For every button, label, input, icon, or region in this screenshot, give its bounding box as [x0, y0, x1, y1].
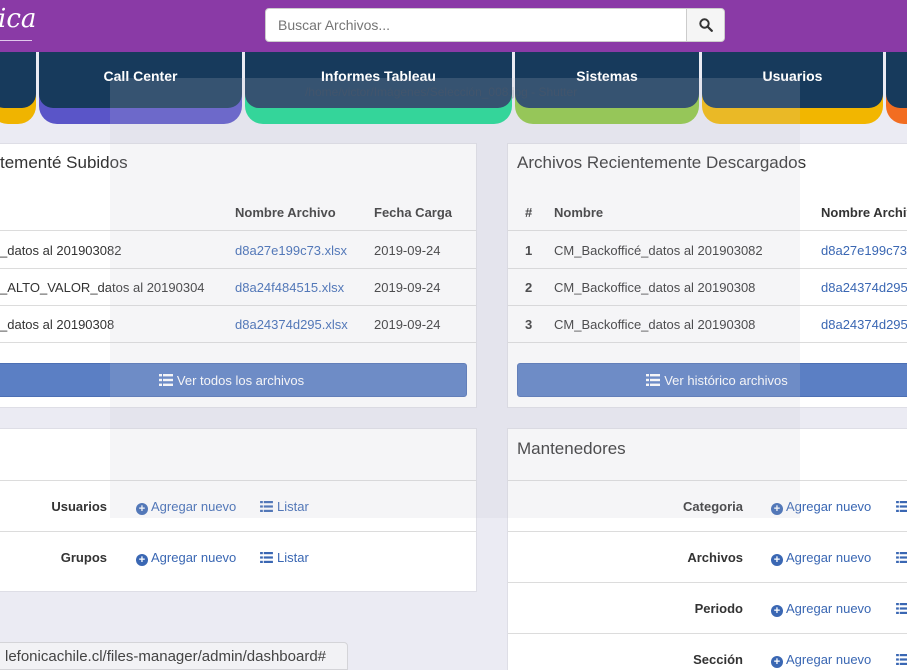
search-input[interactable] — [266, 9, 688, 41]
uploaded-panel-title: tementé Subidos — [0, 153, 128, 172]
downloaded-row-file-link[interactable]: d8a27e199c73. — [821, 243, 907, 258]
column-header-upload-date: Fecha Carga — [374, 205, 453, 220]
downloaded-row-file-link[interactable]: d8a24374d295 — [821, 317, 907, 332]
uploaded-row-name: _datos al 20190308 — [0, 317, 115, 332]
downloaded-row-name: CM_Backoffice_datos al 20190308 — [554, 317, 756, 332]
uploaded-row-file-link[interactable]: d8a24374d295.xlsx — [235, 317, 348, 332]
groups-row-label: Grupos — [60, 550, 107, 565]
uploaded-row-date: 2019-09-24 — [374, 280, 441, 295]
nav-tab-informes-tableau[interactable]: Informes Tableau — [245, 52, 512, 124]
brand-logo[interactable]: ica — [0, 4, 36, 34]
column-header-file-name: Nombre Archivo — [235, 205, 336, 220]
nav-tab-partial-left[interactable] — [0, 52, 36, 124]
plus-circle-icon: + — [136, 554, 148, 566]
files-row-label: Archivos — [687, 550, 743, 565]
nav-tab-usuarios[interactable]: Usuarios — [702, 52, 883, 124]
nav-tab-label: Call Center — [103, 68, 178, 84]
view-history-button[interactable]: Ver histórico archivos — [517, 363, 907, 397]
section-row-label: Sección — [693, 652, 743, 667]
plus-circle-icon: + — [771, 656, 783, 668]
uploaded-row-date: 2019-09-24 — [374, 243, 441, 258]
nav-tab-sistemas[interactable]: Sistemas — [515, 52, 699, 124]
list-icon[interactable] — [896, 501, 907, 512]
maintainers-panel-title: Mantenedores — [517, 439, 626, 458]
uploaded-row-date: 2019-09-24 — [374, 317, 441, 332]
list-icon — [646, 374, 661, 386]
users-list-link[interactable]: Listar — [260, 499, 309, 514]
downloaded-row-name: CM_Backofficé_datos al 201903082 — [554, 243, 763, 258]
plus-circle-icon: + — [771, 503, 783, 515]
logo-underline — [0, 40, 32, 41]
plus-circle-icon: + — [771, 554, 783, 566]
uploaded-row-name: _datos al 201903082 — [0, 243, 122, 258]
list-icon — [260, 552, 273, 563]
downloaded-row-number: 3 — [525, 317, 533, 332]
list-icon — [158, 374, 173, 386]
list-icon[interactable] — [896, 654, 907, 665]
view-all-files-label: Ver todos los archivos — [176, 373, 305, 388]
uploaded-row-name: _ALTO_VALOR_datos al 20190304 — [0, 280, 205, 295]
groups-list-link[interactable]: Listar — [260, 550, 309, 565]
nav-tab-label: Usuarios — [762, 68, 823, 84]
downloaded-row-number: 1 — [525, 243, 533, 258]
groups-add-new-link[interactable]: + Agregar nuevo — [136, 550, 236, 566]
search-box — [265, 8, 725, 42]
uploaded-row-file-link[interactable]: d8a24f484515.xlsx — [235, 280, 344, 295]
category-add-new-link[interactable]: + Agregar nuevo — [771, 499, 871, 515]
files-add-new-link[interactable]: + Agregar nuevo — [771, 550, 871, 566]
downloaded-row-number: 2 — [525, 280, 533, 295]
nav-tab-label: Sistemas — [576, 68, 638, 84]
nav-tab-call-center[interactable]: Call Center — [39, 52, 242, 124]
view-history-label: Ver histórico archivos — [664, 373, 788, 388]
nav-tab-label: Informes Tableau — [321, 68, 436, 84]
list-icon[interactable] — [896, 603, 907, 614]
plus-circle-icon: + — [136, 503, 148, 515]
uploaded-row-file-link[interactable]: d8a27e199c73.xlsx — [235, 243, 347, 258]
search-button[interactable] — [686, 9, 724, 41]
downloaded-row-name: CM_Backoffice_datos al 20190308 — [554, 280, 756, 295]
column-header-number: # — [525, 205, 533, 220]
view-all-files-button[interactable]: Ver todos los archivos — [0, 363, 467, 397]
period-add-new-link[interactable]: + Agregar nuevo — [771, 601, 871, 617]
list-icon — [260, 501, 273, 512]
nav-tab-partial-right[interactable] — [886, 52, 907, 124]
status-bar-url: lefonicachile.cl/files-manager/admin/das… — [0, 642, 348, 670]
category-row-label: Categoria — [683, 499, 743, 514]
column-header-file-name: Nombre Archiv — [821, 205, 907, 220]
search-icon — [699, 18, 713, 32]
plus-circle-icon: + — [771, 605, 783, 617]
users-row-label: Usuarios — [51, 499, 107, 514]
period-row-label: Periodo — [694, 601, 743, 616]
downloaded-panel-title: Archivos Recientemente Descargados — [517, 153, 807, 172]
downloaded-row-file-link[interactable]: d8a24374d295 — [821, 280, 907, 295]
column-header-name: Nombre — [554, 205, 604, 220]
list-icon[interactable] — [896, 552, 907, 563]
top-bar: ica — [0, 0, 907, 52]
section-add-new-link[interactable]: + Agregar nuevo — [771, 652, 871, 668]
users-add-new-link[interactable]: + Agregar nuevo — [136, 499, 236, 515]
